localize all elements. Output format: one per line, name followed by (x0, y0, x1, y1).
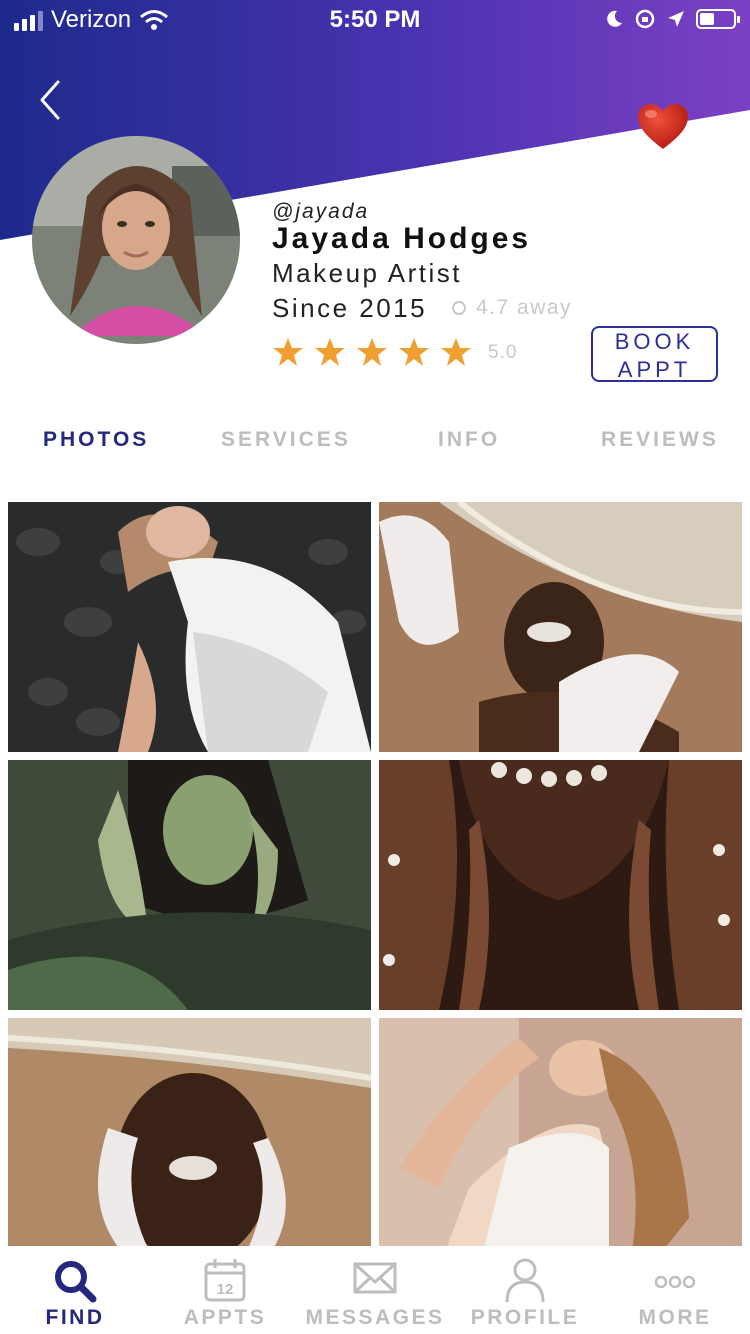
book-appointment-button[interactable]: BOOK APPT (591, 326, 718, 382)
nav-appts[interactable]: 12 APPTS (150, 1246, 300, 1334)
nav-find[interactable]: FIND (0, 1246, 150, 1334)
nav-messages-label: MESSAGES (305, 1306, 445, 1329)
nav-messages[interactable]: MESSAGES (300, 1246, 450, 1334)
star-rating (272, 336, 472, 368)
moon-icon (607, 10, 622, 27)
star-icon (273, 338, 303, 366)
tab-info[interactable]: INFO (438, 428, 500, 452)
more-icon (654, 1275, 696, 1289)
star-icon (441, 338, 471, 366)
rotation-lock-icon (635, 9, 655, 29)
tab-services[interactable]: SERVICES (221, 428, 351, 452)
photo-pearl-hat-lace-glove[interactable] (379, 502, 742, 752)
person-icon (505, 1258, 545, 1302)
nav-more-label: MORE (638, 1306, 712, 1329)
calendar-icon: 12 (204, 1259, 246, 1302)
distance-text: 4.7 away (476, 296, 573, 319)
tab-reviews[interactable]: REVIEWS (601, 428, 719, 452)
profile-tabs: PHOTOS SERVICES INFO REVIEWS (0, 428, 750, 464)
tab-photos[interactable]: PHOTOS (43, 428, 149, 452)
distance-indicator: 4.7 away (452, 296, 572, 320)
book-label-line2: APPT (617, 357, 692, 382)
nav-more[interactable]: MORE (600, 1246, 750, 1334)
bottom-nav: FIND 12 APPTS MESSAGES PROFILE MORE (0, 1246, 750, 1334)
rating-value: 5.0 (488, 342, 518, 363)
battery-icon (696, 9, 740, 29)
status-bar: Verizon 5:50 PM (0, 0, 750, 42)
star-icon (315, 338, 345, 366)
book-label-line1: BOOK (614, 329, 695, 354)
location-ring-icon (452, 301, 466, 315)
star-icon (399, 338, 429, 366)
envelope-icon (353, 1262, 397, 1294)
profile-name: Jayada Hodges (272, 222, 532, 255)
nav-profile-label: PROFILE (470, 1306, 580, 1329)
photo-pearl-hat-pearl-lips[interactable] (8, 1018, 371, 1268)
favorite-heart-icon[interactable] (636, 102, 690, 152)
calendar-day: 12 (217, 1281, 234, 1298)
photo-pearl-necklace-hands[interactable] (379, 760, 742, 1010)
back-chevron-icon[interactable] (34, 78, 74, 122)
nav-profile[interactable]: PROFILE (450, 1246, 600, 1334)
photo-green-light-portrait[interactable] (8, 760, 371, 1010)
profile-since: Since 2015 (272, 293, 428, 323)
profile-role: Makeup Artist (272, 258, 463, 288)
photo-woman-white-dress[interactable] (8, 502, 371, 752)
star-icon (357, 338, 387, 366)
search-icon (55, 1261, 97, 1303)
nav-appts-label: APPTS (183, 1306, 267, 1329)
location-arrow-icon (668, 11, 684, 27)
profile-handle: @jayada (272, 200, 370, 223)
avatar (32, 136, 240, 344)
nav-find-label: FIND (45, 1306, 105, 1329)
photo-woman-arms-raised[interactable] (379, 1018, 742, 1268)
